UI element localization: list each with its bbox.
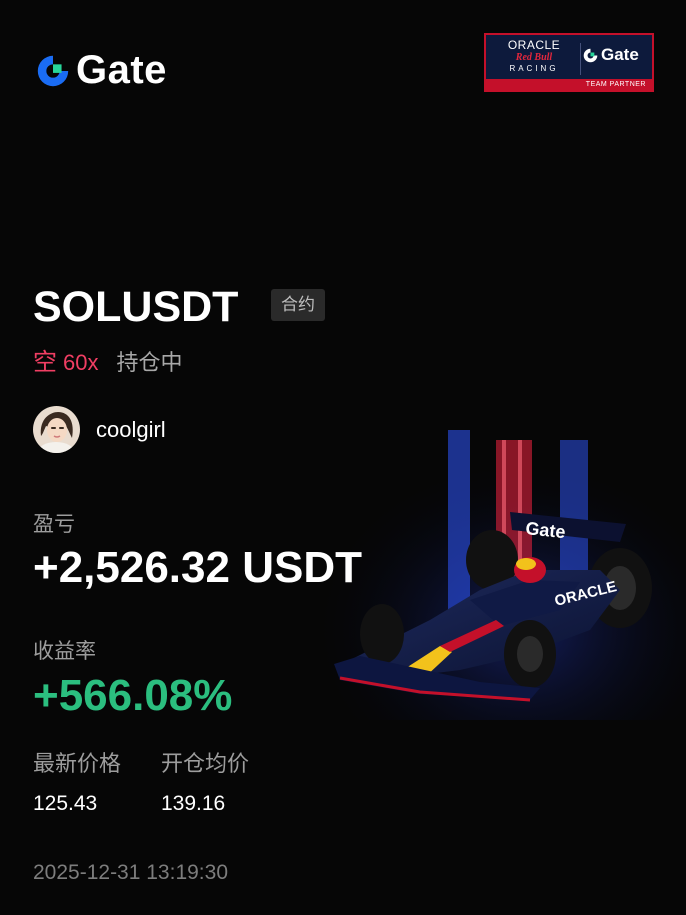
oracle-text: ORACLE — [507, 38, 561, 52]
user-row: coolgirl — [33, 406, 166, 453]
symbol: SOLUSDT — [33, 283, 239, 331]
redbull-text: Red Bull — [515, 52, 553, 63]
racing-text: RACING — [509, 64, 559, 73]
roi-label: 收益率 — [33, 640, 96, 663]
leverage: 60x — [63, 350, 99, 375]
redbull-racing-logo: ORACLE Red Bull RACING — [492, 39, 576, 74]
pnl-share-card: Gate ORACLE Red Bull RACING Gate TEAM PA… — [0, 0, 686, 915]
avatar-image — [33, 406, 80, 453]
latest-price: 最新价格 125.43 — [33, 746, 121, 816]
partner-gate-name: Gate — [601, 45, 639, 64]
entry-price-label: 开仓均价 — [161, 751, 250, 776]
gate-logo-icon — [583, 48, 598, 62]
username: coolgirl — [96, 416, 166, 442]
team-partner-badge: ORACLE Red Bull RACING Gate TEAM PARTNER — [484, 33, 654, 92]
latest-price-label: 最新价格 — [33, 751, 122, 776]
contract-tag: 合约 — [271, 289, 325, 321]
gate-logo: Gate — [34, 48, 167, 93]
position-side: 空 — [33, 349, 57, 376]
brand-name: Gate — [76, 48, 167, 92]
roi-value: +566.08% — [33, 671, 233, 720]
team-partner-label: TEAM PARTNER — [486, 79, 652, 90]
timestamp: 2025-12-31 13:19:30 — [33, 861, 228, 884]
entry-price: 开仓均价 139.16 — [161, 746, 249, 816]
entry-price-value: 139.16 — [161, 792, 226, 815]
f1-car-illustration: Gate ORACLE — [320, 420, 686, 720]
position-side-row: 空 60x 持仓中 — [33, 342, 183, 377]
position-status: 持仓中 — [116, 350, 183, 375]
partner-gate-logo: Gate — [582, 45, 639, 65]
latest-price-value: 125.43 — [33, 792, 98, 815]
pnl-label: 盈亏 — [33, 513, 75, 536]
svg-text:Gate: Gate — [525, 518, 567, 542]
gate-logo-icon — [37, 55, 69, 86]
partner-divider — [580, 43, 581, 75]
pnl-value: +2,526.32 USDT — [33, 543, 362, 592]
avatar — [33, 406, 80, 453]
